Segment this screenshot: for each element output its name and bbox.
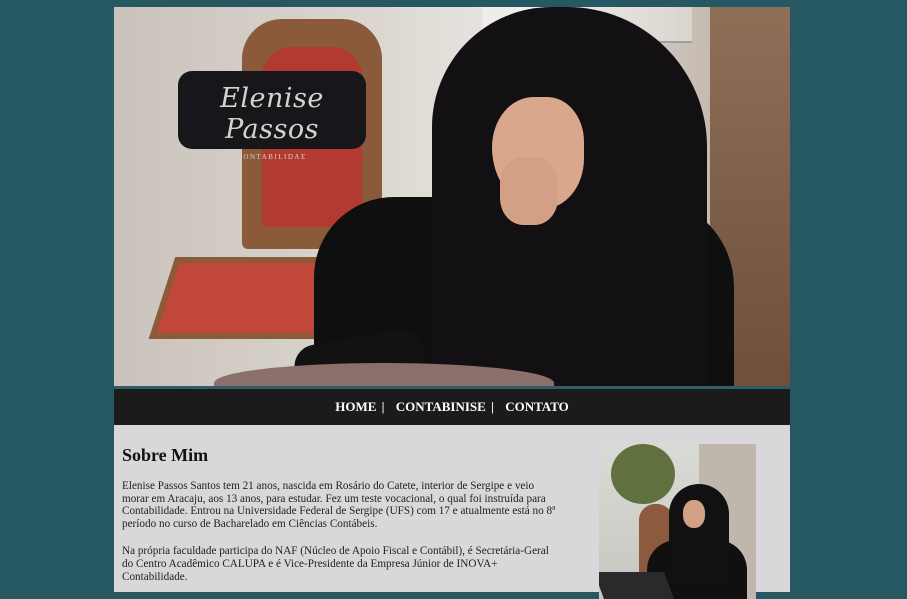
- nav-contabinise-link[interactable]: CONTABINISE: [396, 399, 486, 414]
- logo-subtitle: CONTABILIDAE: [237, 153, 307, 161]
- nav-separator: |: [491, 399, 494, 414]
- about-paragraph: Na própria faculdade participa do NAF (N…: [122, 545, 549, 583]
- nav-contato-link[interactable]: CONTATO: [505, 399, 569, 414]
- photo-laptop: [599, 572, 674, 599]
- main-navbar: HOME | CONTABINISE | CONTATO: [114, 386, 790, 425]
- about-title: Sobre Mim: [122, 445, 209, 465]
- photo-plant: [611, 444, 675, 504]
- profile-photo: [599, 444, 756, 599]
- photo-person-face: [683, 500, 705, 528]
- nav-home-link[interactable]: HOME: [335, 399, 376, 414]
- about-paragraph: Elenise Passos Santos tem 21 anos, nasci…: [122, 480, 556, 530]
- photo-person-hair: [669, 484, 729, 584]
- logo-name: Elenise Passos: [220, 83, 324, 145]
- about-section: Sobre Mim Elenise Passos Santos tem 21 a…: [122, 445, 562, 583]
- nav-separator: |: [381, 399, 385, 414]
- hero-person-hand: [500, 157, 558, 225]
- hero-photo: Elenise Passos CONTABILIDAE: [114, 7, 790, 386]
- brand-logo: Elenise Passos CONTABILIDAE: [178, 71, 366, 161]
